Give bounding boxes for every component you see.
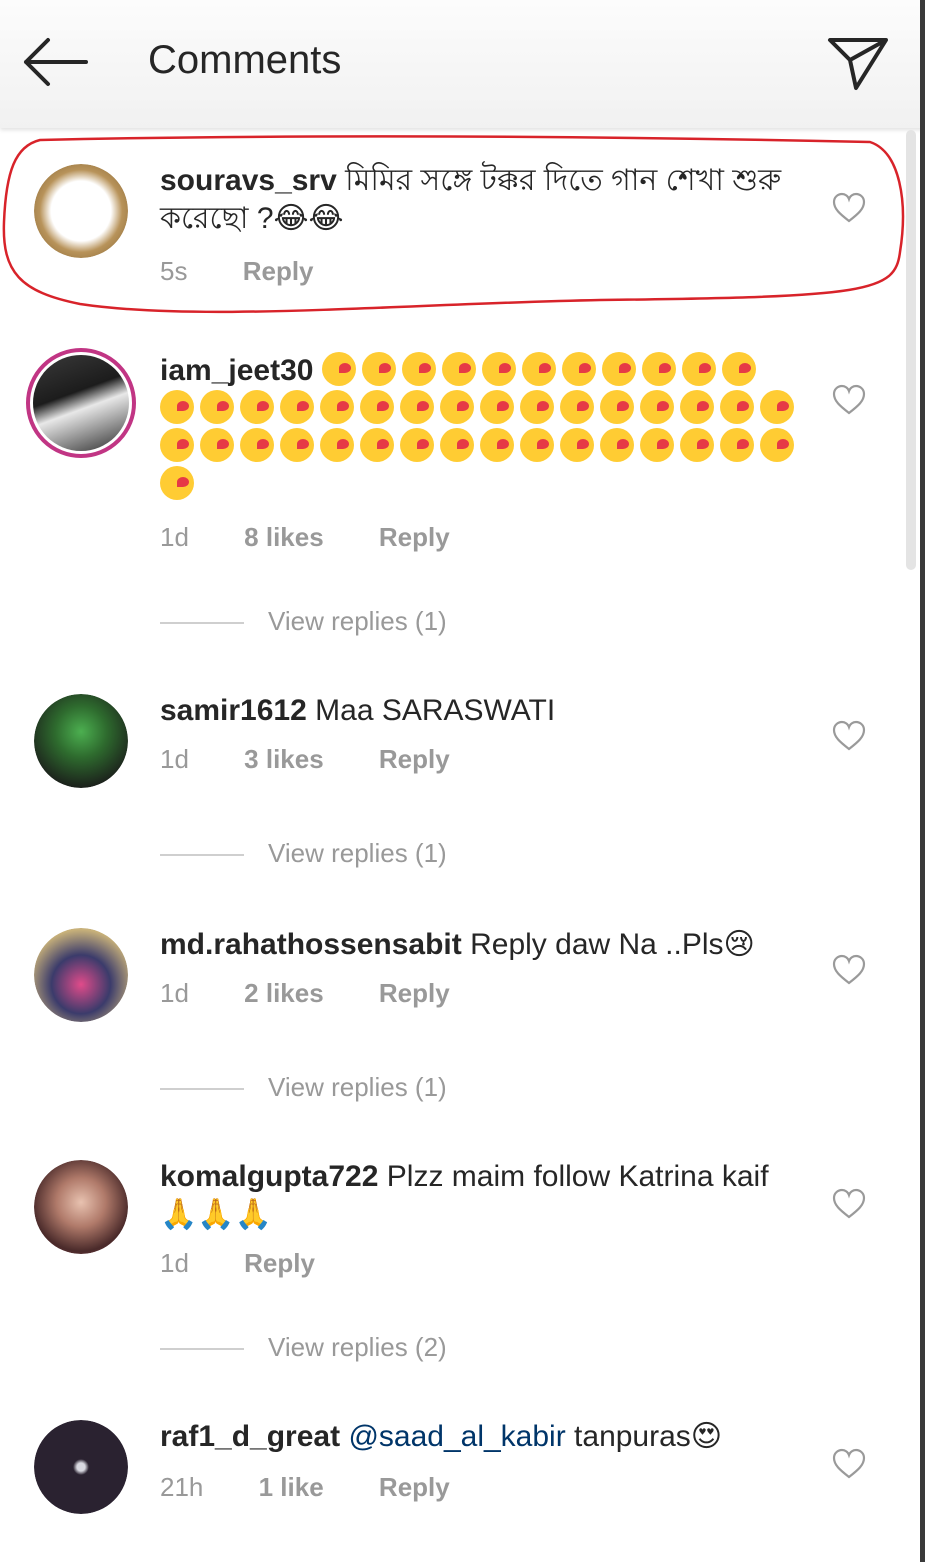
comment-username[interactable]: samir1612: [160, 694, 307, 727]
divider: [160, 1088, 244, 1091]
avatar[interactable]: [26, 348, 136, 458]
scrollbar[interactable]: [906, 130, 916, 570]
avatar[interactable]: [34, 928, 128, 1022]
heart-icon[interactable]: [832, 192, 866, 224]
reply-button[interactable]: Reply: [379, 1472, 450, 1502]
comment-time: 1d: [160, 1248, 189, 1278]
heart-icon[interactable]: [832, 1448, 866, 1480]
reply-button[interactable]: Reply: [379, 744, 450, 774]
view-replies-button[interactable]: View replies (1): [160, 838, 447, 869]
view-replies-button[interactable]: View replies (1): [160, 606, 447, 637]
comment-username[interactable]: raf1_d_great: [160, 1420, 340, 1453]
reply-button[interactable]: Reply: [379, 978, 450, 1008]
heart-icon[interactable]: [832, 384, 866, 416]
comment-username[interactable]: md.rahathossensabit: [160, 928, 462, 961]
mention-link[interactable]: @saad_al_kabir: [348, 1420, 565, 1453]
direct-send-icon[interactable]: [826, 32, 890, 92]
likes-count[interactable]: 8 likes: [244, 522, 324, 552]
comment-username[interactable]: komalgupta722: [160, 1160, 378, 1193]
divider: [160, 854, 244, 857]
comment-time: 1d: [160, 978, 189, 1008]
view-replies-button[interactable]: View replies (1): [160, 1072, 447, 1103]
avatar[interactable]: [34, 694, 128, 788]
comment-username[interactable]: iam_jeet30: [160, 354, 313, 387]
avatar[interactable]: [34, 1160, 128, 1254]
comment-time: 21h: [160, 1472, 204, 1502]
divider: [160, 622, 244, 625]
comment-time: 1d: [160, 744, 189, 774]
screen-edge: [920, 0, 925, 1562]
comment-text: Maa SARASWATI: [315, 694, 556, 727]
divider: [160, 1348, 244, 1351]
page-title: Comments: [148, 38, 342, 82]
view-replies-button[interactable]: View replies (2): [160, 1332, 447, 1363]
avatar[interactable]: [34, 1420, 128, 1514]
top-bar: Comments: [0, 0, 925, 128]
avatar[interactable]: [34, 164, 128, 258]
back-arrow-icon[interactable]: [20, 34, 90, 90]
reply-button[interactable]: Reply: [379, 522, 450, 552]
comment-text: tanpuras😍: [574, 1420, 723, 1453]
heart-icon[interactable]: [832, 720, 866, 752]
heart-icon[interactable]: [832, 954, 866, 986]
comment-text: Reply daw Na ..Pls😢: [470, 928, 755, 961]
reply-button[interactable]: Reply: [244, 1248, 315, 1278]
comment-time: 1d: [160, 522, 189, 552]
comment-time: 5s: [160, 256, 188, 286]
likes-count[interactable]: 1 like: [259, 1472, 324, 1502]
heart-icon[interactable]: [832, 1188, 866, 1220]
likes-count[interactable]: 3 likes: [244, 744, 324, 774]
comment-username[interactable]: souravs_srv: [160, 164, 337, 197]
reply-button[interactable]: Reply: [243, 256, 314, 286]
likes-count[interactable]: 2 likes: [244, 978, 324, 1008]
